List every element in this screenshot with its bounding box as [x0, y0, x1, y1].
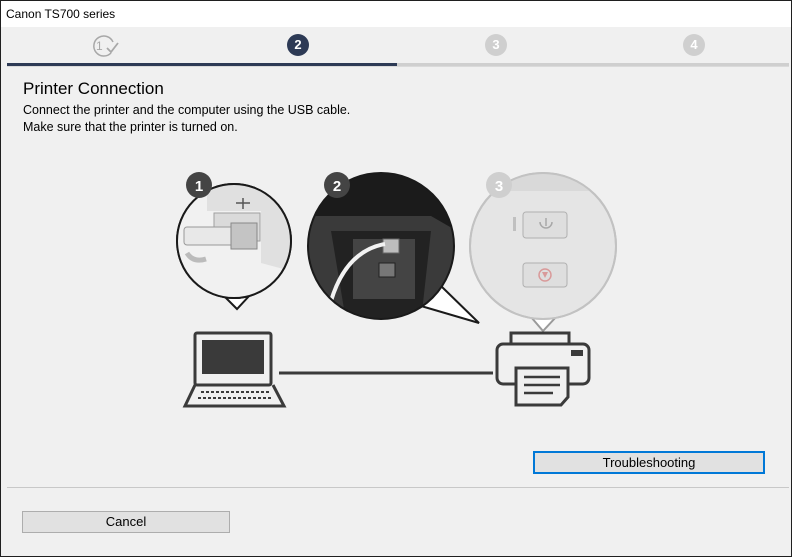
footer-separator: [7, 487, 789, 488]
printer-icon: [495, 331, 591, 407]
cancel-button[interactable]: Cancel: [22, 511, 230, 533]
installer-window: Canon TS700 series 1 2 3 4 Printer Conne…: [0, 0, 792, 557]
connection-illustration: 1 2 3: [176, 172, 617, 408]
troubleshooting-button[interactable]: Troubleshooting: [533, 451, 765, 474]
power-button-callout: 3: [469, 172, 617, 333]
callout-3-number: 3: [495, 178, 503, 195]
callout-2-number: 2: [333, 178, 341, 195]
laptop-icon: [182, 331, 287, 408]
callout-1-number: 1: [195, 178, 203, 195]
usb-plug-callout: 1: [176, 172, 292, 311]
printer-port-callout: 2: [307, 172, 480, 324]
